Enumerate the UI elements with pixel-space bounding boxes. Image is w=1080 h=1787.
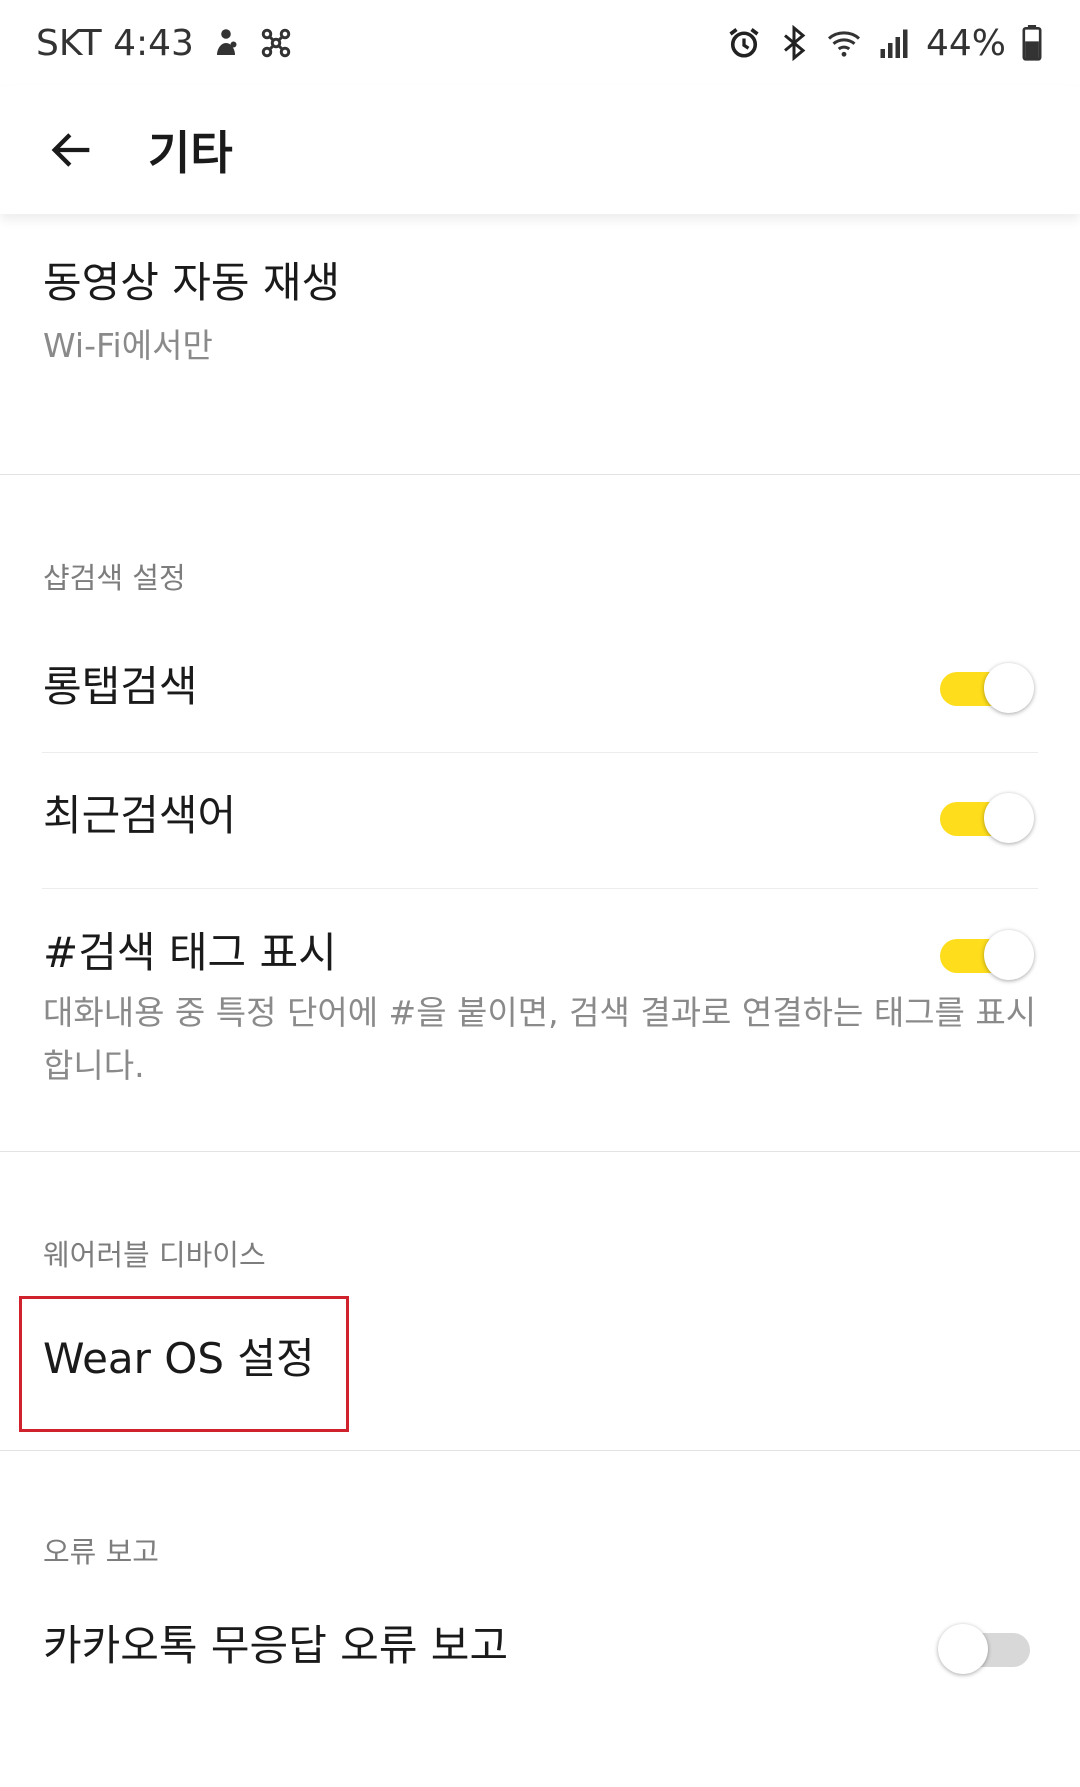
section-header-sharp-search: 샵검색 설정 bbox=[43, 561, 186, 595]
search-tag-title: #검색 태그 표시 bbox=[43, 928, 337, 977]
app-bar: 기타 bbox=[0, 86, 1080, 214]
arrow-left-icon bbox=[51, 133, 90, 167]
carrier-time: SKT 4:43 bbox=[36, 22, 194, 64]
long-tap-search-toggle[interactable] bbox=[938, 662, 1034, 714]
signal-icon bbox=[876, 25, 912, 61]
network-node-icon bbox=[258, 25, 294, 61]
wifi-icon bbox=[826, 25, 862, 61]
battery-icon bbox=[1020, 25, 1044, 61]
recent-keywords-setting[interactable]: 최근검색어 bbox=[0, 753, 1080, 889]
status-left: SKT 4:43 bbox=[36, 23, 294, 64]
recent-keywords-toggle[interactable] bbox=[938, 792, 1034, 844]
page-title: 기타 bbox=[148, 126, 233, 180]
toggle-thumb bbox=[984, 663, 1034, 713]
toggle-thumb bbox=[984, 930, 1034, 980]
no-response-report-setting[interactable]: 카카오톡 무응답 오류 보고 bbox=[0, 1593, 1080, 1723]
search-tag-description: 대화내용 중 특정 단어에 #을 붙이면, 검색 결과로 연결하는 태그를 표시… bbox=[43, 993, 1037, 1085]
search-tag-toggle[interactable] bbox=[938, 929, 1034, 981]
video-autoplay-value: Wi-Fi에서만 bbox=[43, 326, 213, 365]
section-header-wearable: 웨어러블 디바이스 bbox=[43, 1238, 266, 1272]
no-response-report-toggle[interactable] bbox=[938, 1623, 1034, 1675]
person-notification-icon bbox=[208, 25, 244, 61]
bluetooth-icon bbox=[776, 25, 812, 61]
long-tap-search-setting[interactable]: 롱탭검색 bbox=[0, 625, 1080, 753]
section-header-error-report: 오류 보고 bbox=[43, 1535, 159, 1569]
wear-os-setting[interactable]: Wear OS 설정 bbox=[0, 1278, 1080, 1450]
battery-percent: 44% bbox=[925, 22, 1006, 64]
settings-list: 동영상 자동 재생 Wi-Fi에서만 샵검색 설정 롱탭검색 최근검색어 #검색… bbox=[0, 214, 1080, 1723]
no-response-report-title: 카카오톡 무응답 오류 보고 bbox=[43, 1621, 509, 1670]
wear-os-title: Wear OS 설정 bbox=[43, 1334, 315, 1383]
toggle-thumb bbox=[938, 1624, 988, 1674]
alarm-icon bbox=[726, 25, 762, 61]
long-tap-search-title: 롱탭검색 bbox=[43, 662, 198, 711]
recent-keywords-title: 최근검색어 bbox=[43, 791, 237, 840]
video-autoplay-title: 동영상 자동 재생 bbox=[43, 258, 341, 307]
status-right: 44% bbox=[726, 23, 1044, 64]
toggle-thumb bbox=[984, 793, 1034, 843]
search-tag-setting[interactable]: #검색 태그 표시 대화내용 중 특정 단어에 #을 붙이면, 검색 결과로 연… bbox=[0, 889, 1080, 1151]
video-autoplay-setting[interactable]: 동영상 자동 재생 Wi-Fi에서만 bbox=[0, 214, 1080, 474]
status-bar: SKT 4:43 44% bbox=[0, 0, 1080, 86]
back-button[interactable] bbox=[40, 118, 104, 182]
